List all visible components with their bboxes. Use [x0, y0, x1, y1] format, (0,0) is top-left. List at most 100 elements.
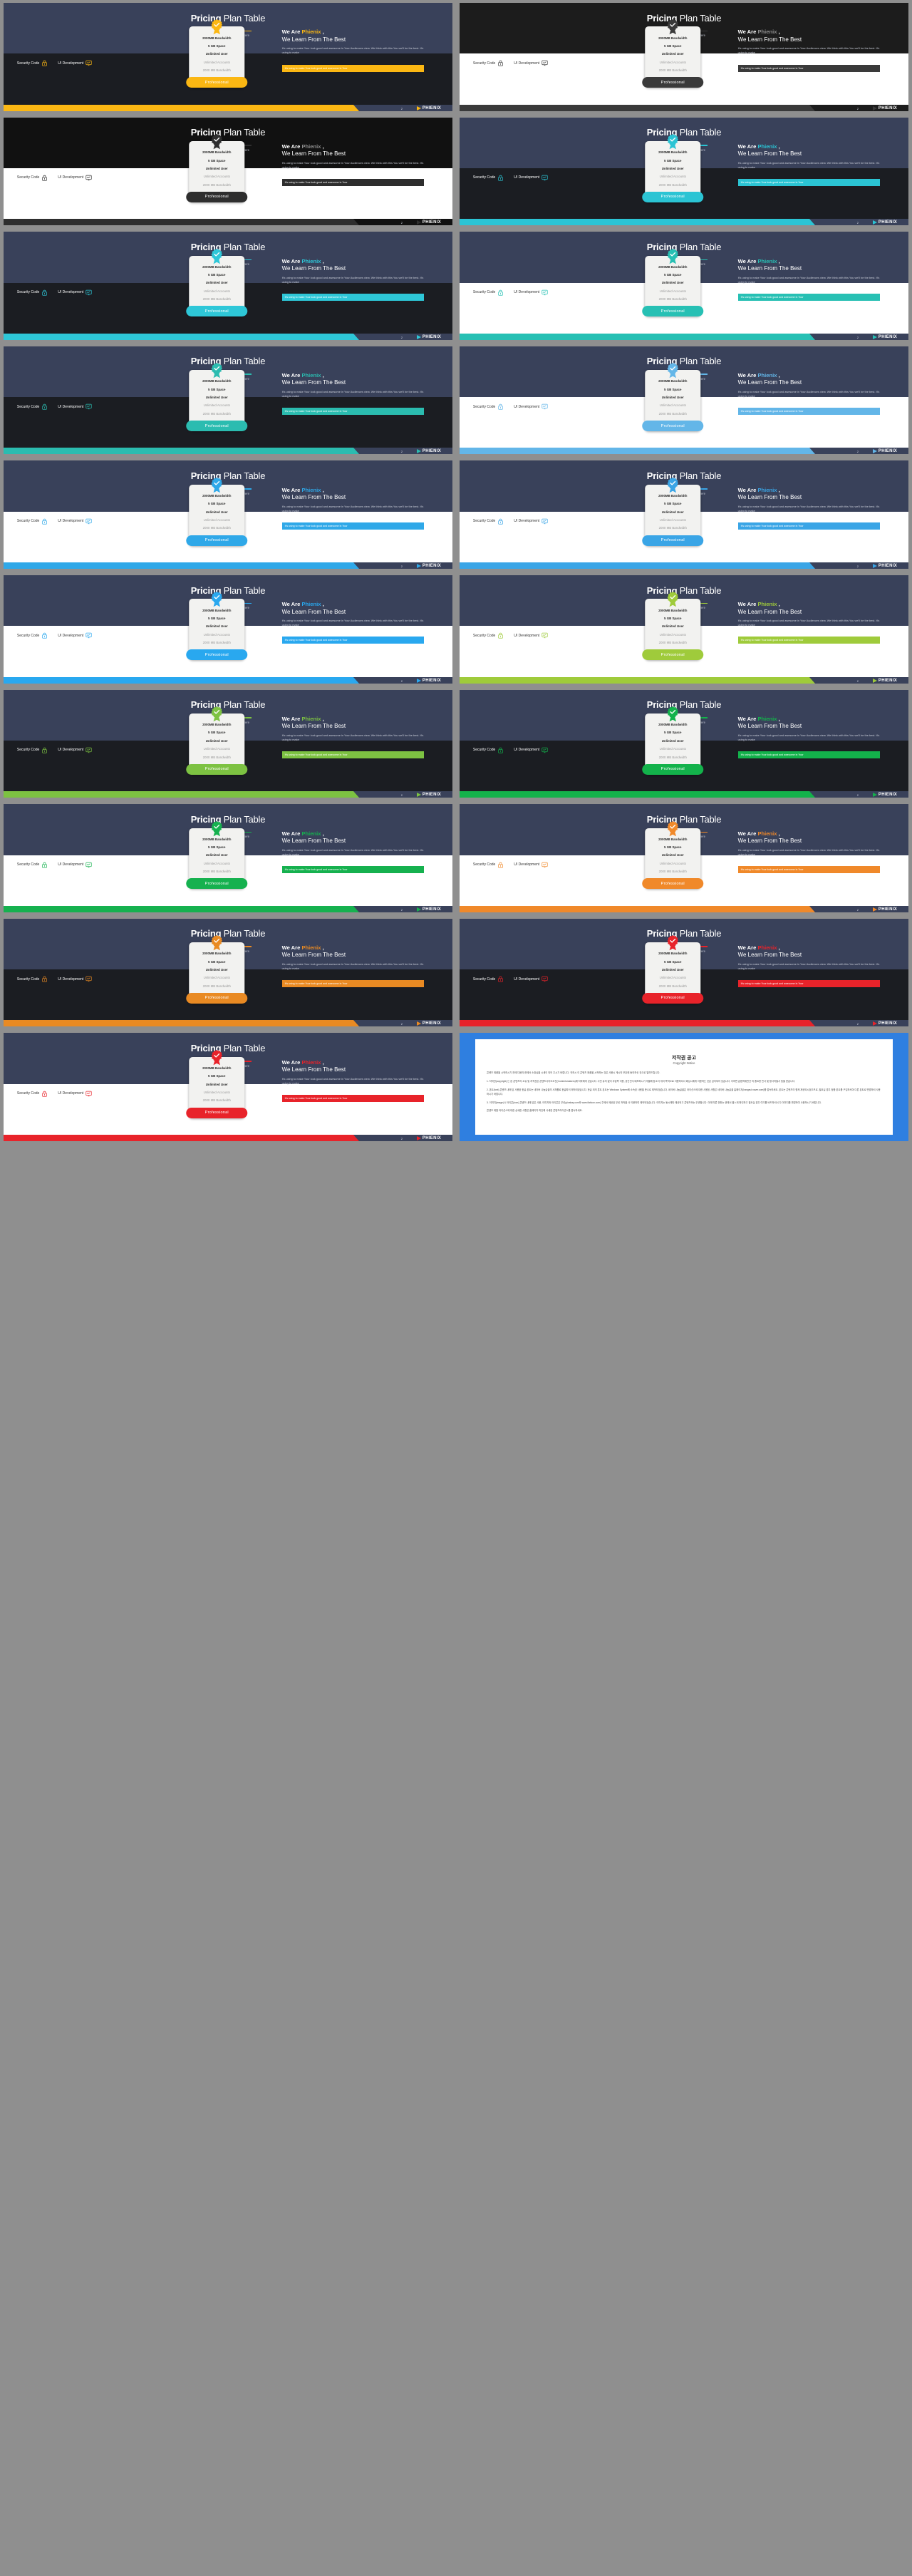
- slide-cell[interactable]: Pricing Plan Table Insert Your Great Sub…: [0, 458, 456, 572]
- pricing-card[interactable]: 2000MB Bandwidth 5 GB Space Unlimited Us…: [186, 592, 247, 661]
- pricing-slide-2[interactable]: Pricing Plan Table Insert Your Great Sub…: [460, 3, 908, 111]
- professional-button[interactable]: Professional: [642, 763, 703, 775]
- pricing-card[interactable]: 2000MB Bandwidth 5 GB Space Unlimited Us…: [642, 248, 703, 317]
- right-cta-button[interactable]: It's using to make Your look good and aw…: [281, 522, 425, 530]
- pricing-slide-10[interactable]: Pricing Plan Table Insert Your Great Sub…: [460, 460, 908, 569]
- tag-security-code[interactable]: Security Code: [473, 747, 504, 753]
- professional-button[interactable]: Professional: [642, 878, 703, 890]
- tag-ui-development[interactable]: UI Development: [58, 518, 92, 525]
- right-cta-button[interactable]: It's using to make Your look good and aw…: [737, 637, 881, 644]
- pricing-card[interactable]: 2000MB Bandwidth 5 GB Space Unlimited Us…: [186, 820, 247, 890]
- professional-button[interactable]: Professional: [186, 878, 247, 890]
- slide-cell[interactable]: Pricing Plan Table Insert Your Great Sub…: [0, 801, 456, 916]
- pricing-card[interactable]: 2000MB Bandwidth 5 GB Space Unlimited Us…: [186, 477, 247, 546]
- right-cta-button[interactable]: It's using to make Your look good and aw…: [281, 179, 425, 187]
- right-cta-button[interactable]: It's using to make Your look good and aw…: [281, 408, 425, 416]
- pricing-slide-7[interactable]: Pricing Plan Table Insert Your Great Sub…: [4, 346, 452, 455]
- slide-cell[interactable]: Pricing Plan Table Insert Your Great Sub…: [456, 801, 912, 916]
- tag-ui-development[interactable]: UI Development: [58, 1091, 92, 1097]
- pricing-slide-16[interactable]: Pricing Plan Table Insert Your Great Sub…: [460, 804, 908, 912]
- slide-cell[interactable]: Pricing Plan Table Insert Your Great Sub…: [456, 344, 912, 458]
- professional-button[interactable]: Professional: [186, 306, 247, 317]
- pricing-card[interactable]: 2000MB Bandwidth 5 GB Space Unlimited Us…: [186, 19, 247, 88]
- tag-security-code[interactable]: Security Code: [17, 976, 48, 982]
- tag-ui-development[interactable]: UI Development: [58, 403, 92, 410]
- tag-ui-development[interactable]: UI Development: [514, 976, 548, 982]
- tag-security-code[interactable]: Security Code: [473, 862, 504, 868]
- tag-ui-development[interactable]: UI Development: [58, 632, 92, 639]
- professional-button[interactable]: Professional: [186, 421, 247, 431]
- tag-security-code[interactable]: Security Code: [17, 175, 48, 181]
- slide-cell[interactable]: Pricing Plan Table Insert Your Great Sub…: [456, 458, 912, 572]
- tag-security-code[interactable]: Security Code: [473, 403, 504, 410]
- right-cta-button[interactable]: It's using to make Your look good and aw…: [737, 751, 881, 759]
- right-cta-button[interactable]: It's using to make Your look good and aw…: [281, 64, 425, 72]
- tag-ui-development[interactable]: UI Development: [514, 862, 548, 868]
- tag-ui-development[interactable]: UI Development: [514, 518, 548, 525]
- pricing-card[interactable]: 2000MB Bandwidth 5 GB Space Unlimited Us…: [642, 362, 703, 431]
- pricing-card[interactable]: 2000MB Bandwidth 5 GB Space Unlimited Us…: [186, 133, 247, 202]
- tag-security-code[interactable]: Security Code: [473, 518, 504, 525]
- professional-button[interactable]: Professional: [186, 191, 247, 202]
- pricing-card[interactable]: 2000MB Bandwidth 5 GB Space Unlimited Us…: [642, 477, 703, 546]
- tag-security-code[interactable]: Security Code: [17, 403, 48, 410]
- professional-button[interactable]: Professional: [186, 535, 247, 546]
- professional-button[interactable]: Professional: [642, 535, 703, 546]
- right-cta-button[interactable]: It's using to make Your look good and aw…: [737, 293, 881, 301]
- slide-cell[interactable]: Pricing Plan Table Insert Your Great Sub…: [0, 115, 456, 230]
- pricing-card[interactable]: 2000MB Bandwidth 5 GB Space Unlimited Us…: [186, 706, 247, 775]
- tag-security-code[interactable]: Security Code: [17, 1091, 48, 1097]
- professional-button[interactable]: Professional: [642, 191, 703, 202]
- pricing-slide-8[interactable]: Pricing Plan Table Insert Your Great Sub…: [460, 346, 908, 455]
- pricing-slide-3[interactable]: Pricing Plan Table Insert Your Great Sub…: [4, 117, 452, 226]
- right-cta-button[interactable]: It's using to make Your look good and aw…: [737, 865, 881, 873]
- pricing-card[interactable]: 2000MB Bandwidth 5 GB Space Unlimited Us…: [642, 706, 703, 775]
- tag-ui-development[interactable]: UI Development: [58, 60, 92, 66]
- tag-security-code[interactable]: Security Code: [17, 289, 48, 296]
- right-cta-button[interactable]: It's using to make Your look good and aw…: [281, 293, 425, 301]
- pricing-slide-15[interactable]: Pricing Plan Table Insert Your Great Sub…: [4, 804, 452, 912]
- professional-button[interactable]: Professional: [642, 649, 703, 661]
- tag-security-code[interactable]: Security Code: [473, 175, 504, 181]
- tag-ui-development[interactable]: UI Development: [514, 289, 548, 296]
- pricing-card[interactable]: 2000MB Bandwidth 5 GB Space Unlimited Us…: [186, 248, 247, 317]
- pricing-card[interactable]: 2000MB Bandwidth 5 GB Space Unlimited Us…: [186, 934, 247, 1004]
- professional-button[interactable]: Professional: [186, 77, 247, 88]
- pricing-card[interactable]: 2000MB Bandwidth 5 GB Space Unlimited Us…: [642, 19, 703, 88]
- tag-ui-development[interactable]: UI Development: [514, 60, 548, 66]
- pricing-slide-4[interactable]: Pricing Plan Table Insert Your Great Sub…: [460, 117, 908, 226]
- pricing-card[interactable]: 2000MB Bandwidth 5 GB Space Unlimited Us…: [642, 820, 703, 890]
- tag-ui-development[interactable]: UI Development: [58, 862, 92, 868]
- professional-button[interactable]: Professional: [186, 1107, 247, 1118]
- professional-button[interactable]: Professional: [642, 992, 703, 1004]
- professional-button[interactable]: Professional: [186, 992, 247, 1004]
- professional-button[interactable]: Professional: [186, 649, 247, 661]
- slide-cell[interactable]: Pricing Plan Table Insert Your Great Sub…: [456, 115, 912, 230]
- pricing-card[interactable]: 2000MB Bandwidth 5 GB Space Unlimited Us…: [642, 592, 703, 661]
- pricing-card[interactable]: 2000MB Bandwidth 5 GB Space Unlimited Us…: [642, 133, 703, 202]
- slide-cell[interactable]: Pricing Plan Table Insert Your Great Sub…: [456, 687, 912, 802]
- right-cta-button[interactable]: It's using to make Your look good and aw…: [281, 637, 425, 644]
- professional-button[interactable]: Professional: [642, 421, 703, 431]
- pricing-slide-17[interactable]: Pricing Plan Table Insert Your Great Sub…: [4, 918, 452, 1027]
- right-cta-button[interactable]: It's using to make Your look good and aw…: [281, 1094, 425, 1102]
- professional-button[interactable]: Professional: [642, 77, 703, 88]
- right-cta-button[interactable]: It's using to make Your look good and aw…: [281, 865, 425, 873]
- slide-cell[interactable]: Pricing Plan Table Insert Your Great Sub…: [456, 229, 912, 344]
- tag-security-code[interactable]: Security Code: [473, 632, 504, 639]
- right-cta-button[interactable]: It's using to make Your look good and aw…: [281, 980, 425, 988]
- pricing-slide-9[interactable]: Pricing Plan Table Insert Your Great Sub…: [4, 460, 452, 569]
- tag-ui-development[interactable]: UI Development: [514, 747, 548, 753]
- pricing-card[interactable]: 2000MB Bandwidth 5 GB Space Unlimited Us…: [186, 362, 247, 431]
- right-cta-button[interactable]: It's using to make Your look good and aw…: [737, 980, 881, 988]
- slide-cell[interactable]: Pricing Plan Table Insert Your Great Sub…: [0, 687, 456, 802]
- tag-security-code[interactable]: Security Code: [473, 289, 504, 296]
- pricing-slide-12[interactable]: Pricing Plan Table Insert Your Great Sub…: [460, 575, 908, 684]
- slide-cell[interactable]: Pricing Plan Table Insert Your Great Sub…: [456, 0, 912, 115]
- slide-cell[interactable]: Pricing Plan Table Insert Your Great Sub…: [456, 572, 912, 687]
- tag-ui-development[interactable]: UI Development: [514, 175, 548, 181]
- right-cta-button[interactable]: It's using to make Your look good and aw…: [737, 408, 881, 416]
- tag-security-code[interactable]: Security Code: [17, 747, 48, 753]
- pricing-slide-18[interactable]: Pricing Plan Table Insert Your Great Sub…: [460, 918, 908, 1027]
- pricing-slide-1[interactable]: Pricing Plan Table Insert Your Great Sub…: [4, 3, 452, 111]
